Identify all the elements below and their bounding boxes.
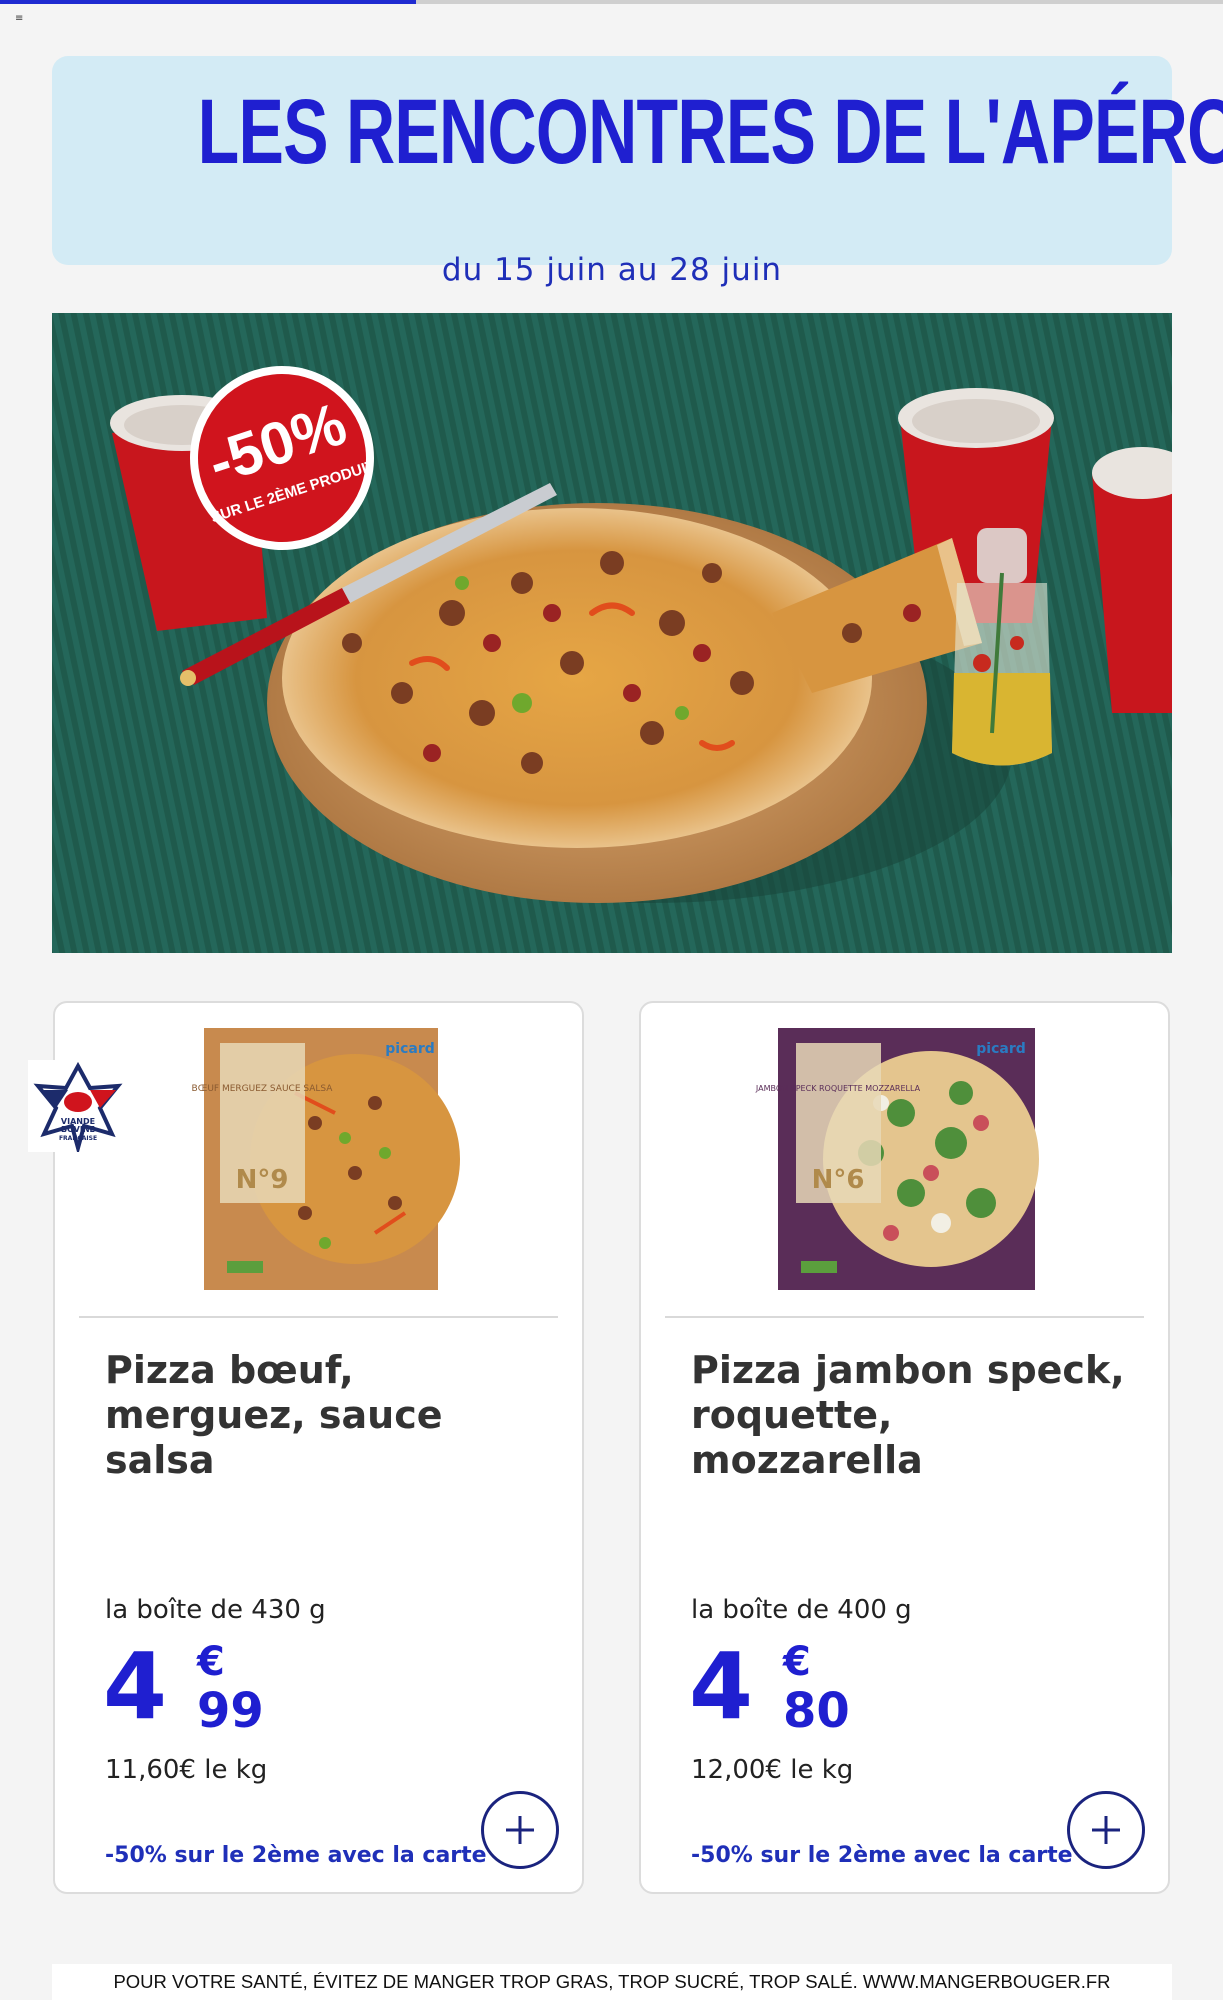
promo-banner: LES RENCONTRES DE L'APÉRO du 15 juin au … [52,56,1223,288]
product-name[interactable]: Pizza jambon speck, roquette, mozzarella [691,1348,1131,1483]
health-disclaimer: POUR VOTRE SANTÉ, ÉVITEZ DE MANGER TROP … [52,1964,1172,2000]
product-image: BŒUF MERGUEZ SAUCE SALSA N°9 picard [55,1003,582,1313]
price-cents: 99 [197,1683,264,1739]
promo-text: -50% sur le 2ème avec la carte [105,1843,487,1868]
price-currency: € [197,1639,225,1685]
plus-icon [506,1816,534,1844]
hero-illustration: -50% SUR LE 2ÈME PRODUIT [52,313,1172,953]
product-name[interactable]: Pizza bœuf, merguez, sauce salsa [105,1348,545,1483]
progress-track [0,0,1223,4]
add-to-cart-button[interactable] [481,1791,559,1869]
box-label: JAMBON SPECK ROQUETTE MOZZARELLA [755,1084,921,1093]
product-image: JAMBON SPECK ROQUETTE MOZZARELLA N°6 pic… [641,1003,1168,1313]
price-cents: 80 [783,1683,850,1739]
banner-title: LES RENCONTRES DE L'APÉRO [197,81,1223,183]
price-per-kg: 12,00€ le kg [691,1755,854,1785]
card-divider [665,1316,1144,1318]
banner-dates: du 15 juin au 28 juin [441,252,783,288]
logo-line-3: FRANÇAISE [59,1135,97,1142]
hero-image: -50% SUR LE 2ÈME PRODUIT [52,313,1172,953]
product-card[interactable]: JAMBON SPECK ROQUETTE MOZZARELLA N°6 pic… [639,1001,1170,1894]
logo-line-2: BOVINE [61,1125,95,1134]
product-quantity: la boîte de 430 g [105,1595,326,1625]
box-number: N°9 [236,1165,289,1195]
progress-fill [0,0,416,4]
box-label: BŒUF MERGUEZ SAUCE SALSA [192,1084,334,1094]
menu-icon[interactable]: ≡ [15,14,23,24]
add-to-cart-button[interactable] [1067,1791,1145,1869]
price-integer: 4 [689,1633,754,1740]
box-brand: picard [976,1041,1026,1057]
card-divider [79,1316,558,1318]
box-number: N°6 [812,1165,865,1195]
viande-bovine-francaise-logo: VIANDE BOVINE FRANÇAISE [28,1060,128,1156]
box-brand: picard [385,1041,435,1057]
plus-icon [1092,1816,1120,1844]
price-integer: 4 [103,1633,168,1740]
product-quantity: la boîte de 400 g [691,1595,912,1625]
price-per-kg: 11,60€ le kg [105,1755,268,1785]
price-currency: € [783,1639,811,1685]
product-card[interactable]: BŒUF MERGUEZ SAUCE SALSA N°9 picard Pizz… [53,1001,584,1894]
promo-text: -50% sur le 2ème avec la carte [691,1843,1073,1868]
